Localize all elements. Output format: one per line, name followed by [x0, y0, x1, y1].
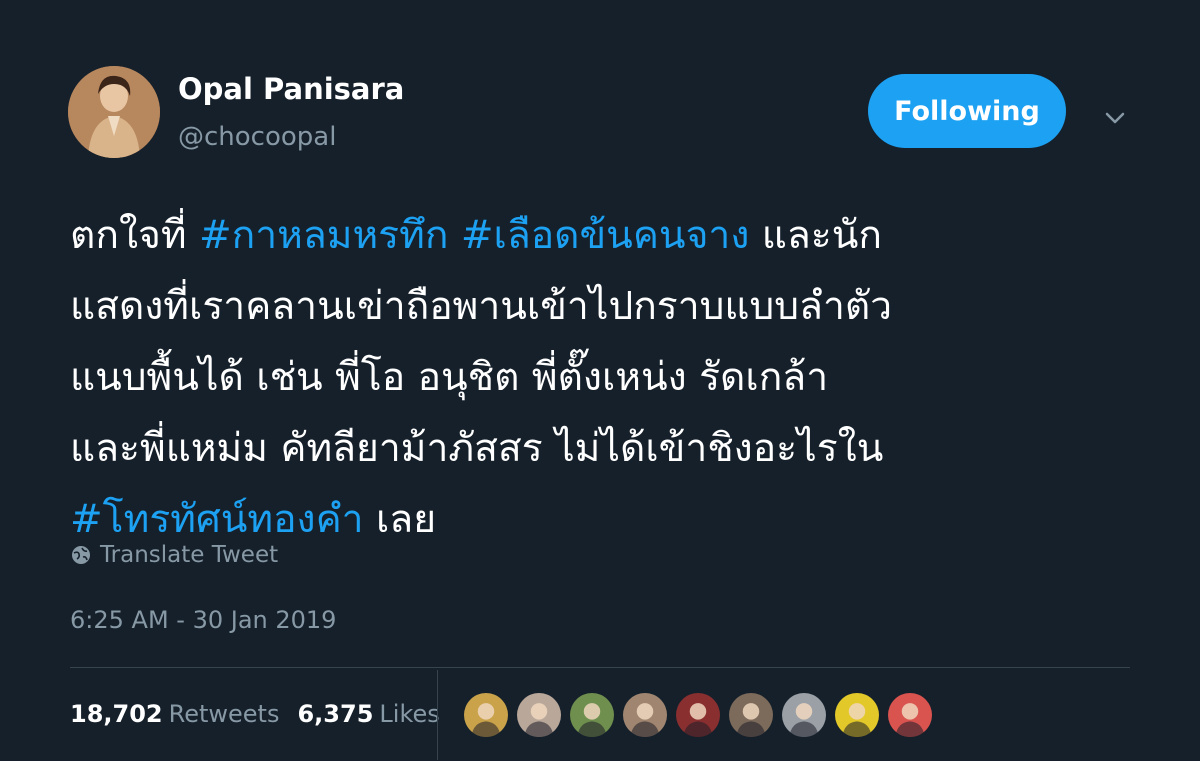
liker-avatar[interactable] — [621, 691, 669, 739]
translate-tweet-link[interactable]: Translate Tweet — [70, 542, 278, 568]
liker-avatar[interactable] — [886, 691, 934, 739]
profile-photo-icon — [68, 66, 160, 158]
user-avatar-5-icon — [676, 693, 720, 737]
liker-avatar[interactable] — [780, 691, 828, 739]
liker-avatar[interactable] — [462, 691, 510, 739]
user-avatar-1-icon — [464, 693, 508, 737]
liker-avatar[interactable] — [674, 691, 722, 739]
tweet-text-segment — [448, 213, 460, 258]
tweet-line-4: และพี่แหม่ม คัทลียาม้าภัสสร ไม่ได้เข้าชิ… — [70, 426, 884, 471]
likes-stat[interactable]: 6,375 Likes — [297, 700, 439, 728]
liker-avatar[interactable] — [515, 691, 563, 739]
author-avatar[interactable] — [68, 66, 160, 158]
retweets-label: Retweets — [168, 700, 280, 728]
likes-count: 6,375 — [297, 700, 374, 728]
tweet-text-segment: ตกใจที่ — [70, 213, 199, 258]
user-avatar-2-icon — [517, 693, 561, 737]
retweets-stat[interactable]: 18,702 Retweets — [70, 700, 279, 728]
translate-label: Translate Tweet — [100, 542, 279, 568]
tweet-text: ตกใจที่ #กาหลมหรทึก #เลือดข้นคนจาง และนั… — [70, 200, 1130, 555]
user-avatar-9-icon — [888, 693, 932, 737]
tweet-line-1: ตกใจที่ #กาหลมหรทึก #เลือดข้นคนจาง และนั… — [70, 200, 1130, 271]
tweet-text-segment: และนัก — [749, 213, 883, 258]
liker-avatar[interactable] — [833, 691, 881, 739]
retweets-count: 18,702 — [70, 700, 163, 728]
tweet-menu-button[interactable] — [1098, 104, 1132, 132]
tweet-line-3: แนบพื้นได้ เช่น พี่โอ อนุชิต พี่ตั๊งเหน่… — [70, 355, 829, 400]
likes-label: Likes — [379, 700, 440, 728]
tweet-line-2: แสดงที่เราคลานเข่าถือพานเข้าไปกราบแบบลำต… — [70, 284, 893, 329]
liker-avatar[interactable] — [727, 691, 775, 739]
likers-avatar-list — [462, 691, 934, 739]
divider — [70, 667, 1130, 668]
user-avatar-4-icon — [623, 693, 667, 737]
tweet-text-segment: เลย — [363, 497, 437, 542]
tweet-timestamp[interactable]: 6:25 AM - 30 Jan 2019 — [70, 606, 336, 634]
user-avatar-3-icon — [570, 693, 614, 737]
user-avatar-8-icon — [835, 693, 879, 737]
hashtag-link[interactable]: #เลือดข้นคนจาง — [461, 213, 750, 258]
user-avatar-6-icon — [729, 693, 773, 737]
author-handle[interactable]: @chocoopal — [178, 122, 336, 152]
stats-separator — [437, 670, 438, 760]
hashtag-link[interactable]: #โทรทัศน์ทองคำ — [70, 497, 364, 542]
chevron-down-icon — [1105, 112, 1125, 124]
user-avatar-7-icon — [782, 693, 826, 737]
hashtag-link[interactable]: #กาหลมหรทึก — [199, 213, 448, 258]
globe-icon — [72, 546, 90, 564]
following-button[interactable]: Following — [868, 74, 1066, 148]
tweet-card: Opal Panisara @chocoopal Following ตกใจท… — [0, 0, 1200, 761]
tweet-stats: 18,702 Retweets 6,375 Likes — [70, 700, 440, 728]
author-name[interactable]: Opal Panisara — [178, 72, 404, 106]
liker-avatar[interactable] — [568, 691, 616, 739]
